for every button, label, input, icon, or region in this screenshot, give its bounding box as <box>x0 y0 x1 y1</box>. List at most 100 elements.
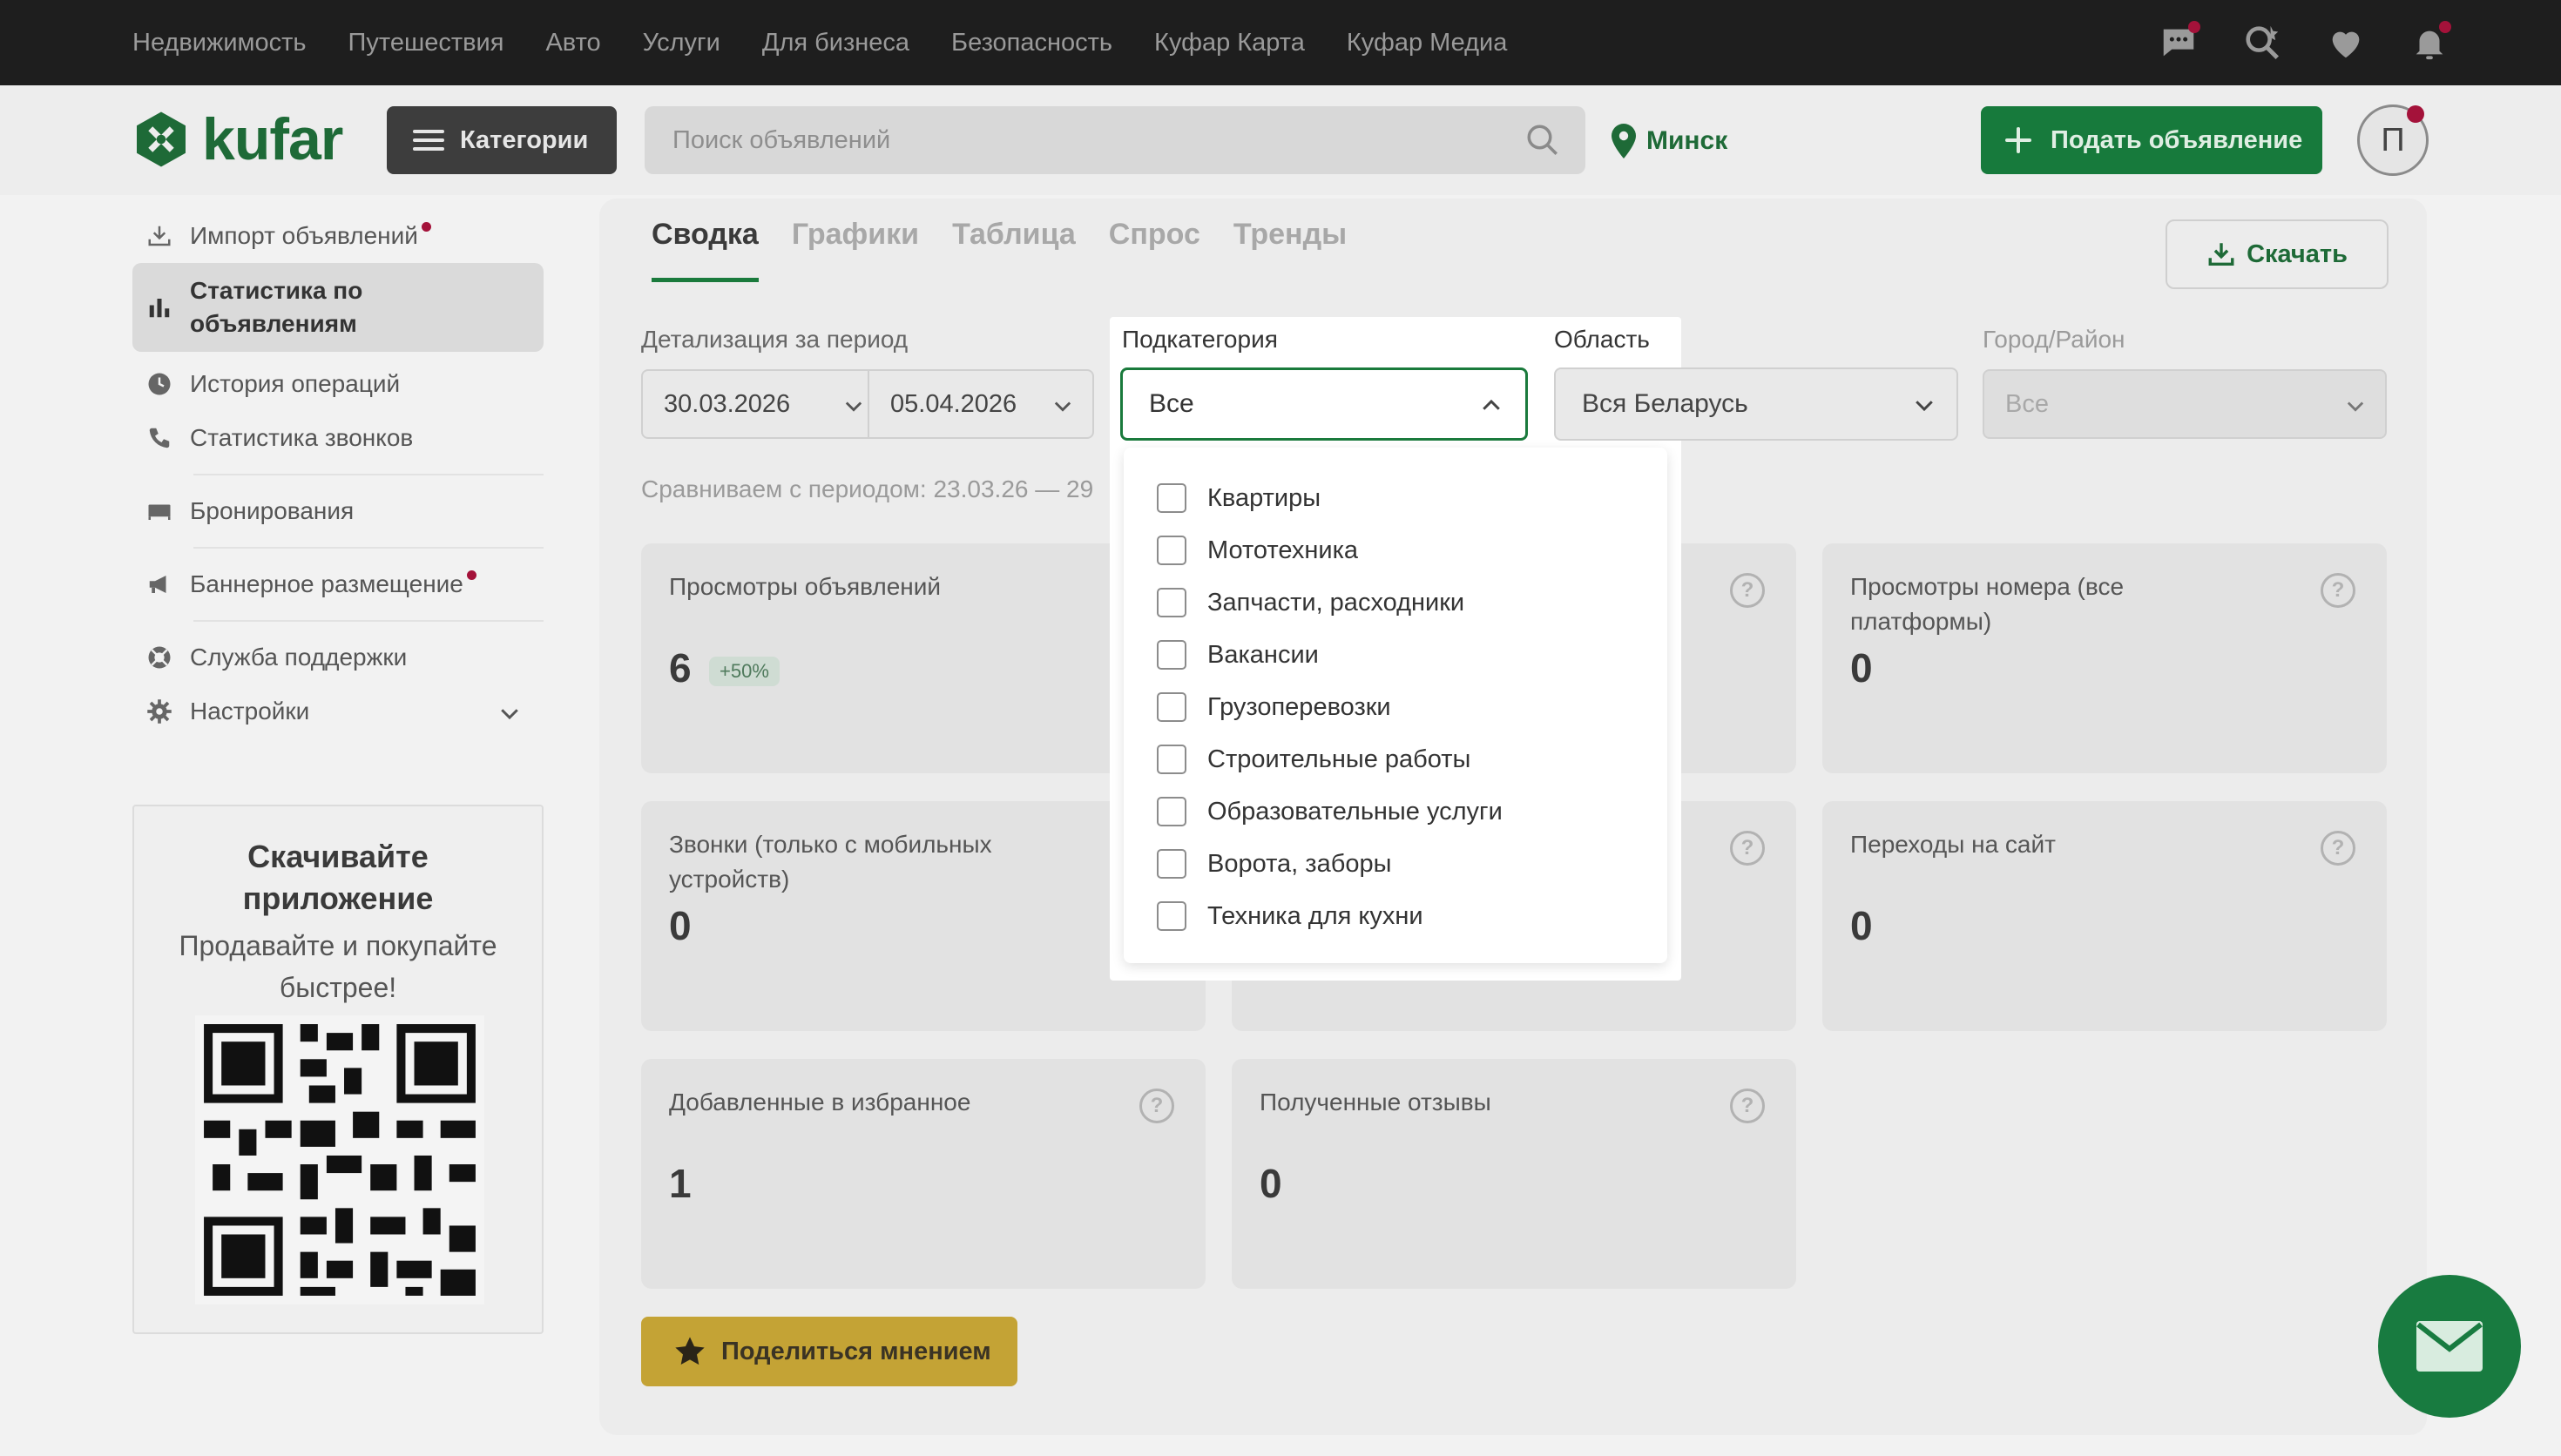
stat-card-value: 0 <box>1260 1161 1282 1206</box>
top-nav-link[interactable]: Куфар Карта <box>1154 29 1305 57</box>
checkbox[interactable] <box>1157 640 1186 670</box>
sidebar-item-import[interactable]: Импорт объявлений <box>132 209 544 263</box>
tab-table[interactable]: Таблица <box>952 218 1076 282</box>
period-label: Детализация за период <box>641 326 909 353</box>
stat-card-title: Звонки (только с мобильных устройств) <box>669 831 992 893</box>
help-icon[interactable]: ? <box>1730 573 1765 608</box>
subcategory-option[interactable]: Вакансии <box>1124 629 1667 681</box>
help-icon[interactable]: ? <box>2321 831 2355 866</box>
checkbox[interactable] <box>1157 901 1186 931</box>
subcategory-option[interactable]: Строительные работы <box>1124 733 1667 785</box>
plus-icon <box>2005 127 2031 153</box>
saved-search-icon[interactable] <box>2242 23 2282 63</box>
tab-summary[interactable]: Сводка <box>652 218 759 282</box>
subcategory-select[interactable]: Все <box>1120 367 1528 441</box>
top-nav-link[interactable]: Недвижимость <box>132 29 307 57</box>
top-nav-link[interactable]: Путешествия <box>348 29 504 57</box>
app-card-subtitle: Продавайте и покупайте быстрее! <box>179 930 497 1003</box>
share-feedback-button[interactable]: Поделиться мнением <box>641 1317 1017 1386</box>
subcategory-option[interactable]: Образовательные услуги <box>1124 785 1667 838</box>
bell-icon[interactable] <box>2409 21 2451 63</box>
checkbox[interactable] <box>1157 588 1186 617</box>
tab-trends[interactable]: Тренды <box>1233 218 1347 282</box>
sidebar-item-settings[interactable]: Настройки <box>132 684 544 738</box>
date-from-select[interactable]: 30.03.2026 <box>641 369 885 439</box>
sidebar-item-statistics[interactable]: Статистика по объявлениям <box>132 263 544 352</box>
bar-chart-icon <box>149 299 170 318</box>
region-select[interactable]: Вся Беларусь <box>1554 367 1958 441</box>
sidebar-item-call-stats[interactable]: Статистика звонков <box>132 411 544 465</box>
search-input[interactable] <box>672 106 1491 174</box>
stat-card-site-visits: Переходы на сайт 0 ? <box>1822 801 2387 1031</box>
filter-popover: Подкатегория Область Все Вся Беларусь Кв… <box>1110 317 1958 981</box>
subcategory-value: Все <box>1149 389 1194 418</box>
top-nav-link[interactable]: Услуги <box>643 29 720 57</box>
download-label: Скачать <box>2247 239 2348 268</box>
feedback-mail-button[interactable] <box>2378 1275 2521 1418</box>
top-nav-link[interactable]: Для бизнеса <box>762 29 909 57</box>
heart-icon[interactable] <box>2326 23 2366 63</box>
city-selector[interactable]: Минск <box>1610 124 1727 158</box>
subcategory-option[interactable]: Ворота, заборы <box>1124 838 1667 890</box>
option-label: Ворота, заборы <box>1207 849 1392 878</box>
help-icon[interactable]: ? <box>1730 831 1765 866</box>
top-nav-links: Недвижимость Путешествия Авто Услуги Для… <box>132 0 1507 85</box>
avatar[interactable]: П <box>2357 104 2429 176</box>
subcategory-option[interactable]: Грузоперевозки <box>1124 681 1667 733</box>
mail-icon <box>2416 1321 2483 1372</box>
sidebar-item-label: Бронирования <box>190 497 355 524</box>
tab-demand[interactable]: Спрос <box>1109 218 1200 282</box>
stat-card-value: 0 <box>1850 645 1873 691</box>
top-nav-link[interactable]: Безопасность <box>951 29 1112 57</box>
date-to-select[interactable]: 05.04.2026 <box>868 369 1094 439</box>
subcategory-option[interactable]: Техника для кухни <box>1124 890 1667 942</box>
sidebar-item-banner[interactable]: Баннерное размещение <box>132 557 544 611</box>
kufar-logo[interactable]: kufar <box>131 106 343 172</box>
qr-code[interactable] <box>195 1015 484 1304</box>
search-icon[interactable] <box>1524 122 1561 158</box>
checkbox[interactable] <box>1157 483 1186 513</box>
notification-dot <box>421 222 431 232</box>
stat-card-title: Просмотры объявлений <box>669 573 942 600</box>
top-nav-link[interactable]: Авто <box>545 29 600 57</box>
sidebar-item-label: Статистика звонков <box>190 424 414 451</box>
checkbox[interactable] <box>1157 536 1186 565</box>
lifebuoy-icon <box>148 646 171 669</box>
subcategory-option[interactable]: Мототехника <box>1124 524 1667 576</box>
help-icon[interactable]: ? <box>1730 1089 1765 1123</box>
checkbox[interactable] <box>1157 849 1186 879</box>
option-label: Квартиры <box>1207 483 1321 512</box>
sidebar-item-support[interactable]: Служба поддержки <box>132 630 544 684</box>
sidebar-item-label: Баннерное размещение <box>190 570 463 597</box>
app-card-title: Скачивайте приложение <box>242 839 434 916</box>
top-nav-link[interactable]: Куфар Медиа <box>1347 29 1507 57</box>
subcategory-option[interactable]: Квартиры <box>1124 472 1667 524</box>
stat-card-title: Добавленные в избранное <box>669 1089 971 1116</box>
sidebar-item-history[interactable]: История операций <box>132 357 544 411</box>
download-button[interactable]: Скачать <box>2166 219 2389 289</box>
messages-icon[interactable] <box>2159 21 2200 63</box>
subcategory-option[interactable]: Запчасти, расходники <box>1124 576 1667 629</box>
tabs: Сводка Графики Таблица Спрос Тренды <box>652 218 1347 282</box>
stat-card-title: Просмотры номера (все платформы) <box>1850 573 2125 635</box>
option-label: Образовательные услуги <box>1207 797 1503 826</box>
post-ad-button[interactable]: Подать объявление <box>1981 106 2322 174</box>
stat-card-favorites: Добавленные в избранное 1 ? <box>641 1059 1206 1289</box>
checkbox[interactable] <box>1157 797 1186 826</box>
option-label: Вакансии <box>1207 640 1319 669</box>
tab-charts[interactable]: Графики <box>792 218 919 282</box>
checkbox[interactable] <box>1157 692 1186 722</box>
chevron-down-icon[interactable] <box>497 700 523 726</box>
stat-card-value: 1 <box>669 1161 692 1206</box>
help-icon[interactable]: ? <box>2321 573 2355 608</box>
date-to-value: 05.04.2026 <box>890 389 1017 418</box>
divider <box>193 620 544 622</box>
categories-button[interactable]: Категории <box>387 106 617 174</box>
checkbox[interactable] <box>1157 745 1186 774</box>
stat-card-title: Полученные отзывы <box>1260 1089 1491 1116</box>
help-icon[interactable]: ? <box>1139 1089 1174 1123</box>
divider <box>193 547 544 549</box>
sidebar-item-bookings[interactable]: Бронирования <box>132 484 544 538</box>
compare-period-text: Сравниваем с периодом: 23.03.26 — 29 <box>641 475 1094 502</box>
city-district-select: Все <box>1983 369 2387 439</box>
